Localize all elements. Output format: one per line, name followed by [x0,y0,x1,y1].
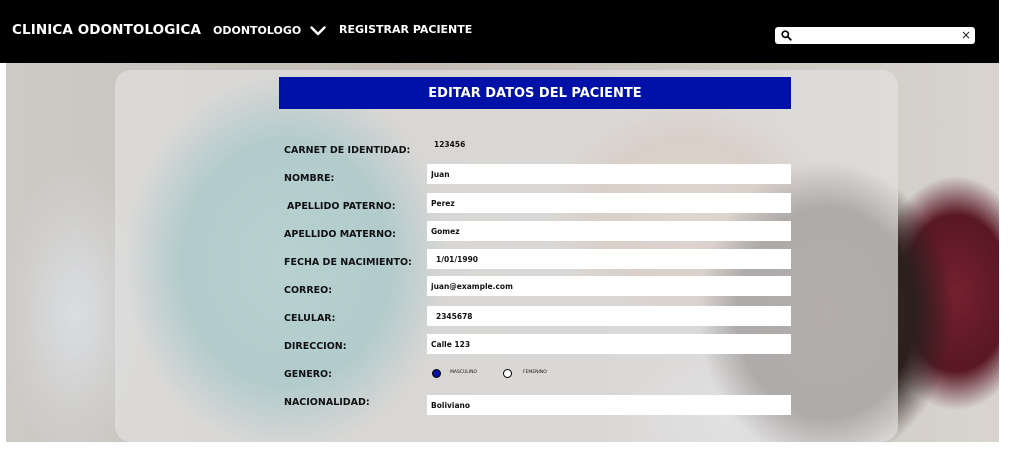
nav-odontologo-label: ODONTOLOGO [213,24,302,37]
genero-label: GENERO: [284,369,332,380]
form-title: EDITAR DATOS DEL PACIENTE [279,77,791,109]
celular-input[interactable] [427,306,791,326]
nombre-label: NOMBRE: [284,173,335,184]
fecha-nacimiento-input[interactable] [427,249,791,269]
apellido-paterno-input[interactable] [427,193,791,213]
carnet-value: 123456 [434,140,466,149]
nacionalidad-label: NACIONALIDAD: [284,397,370,408]
page-bottom-strip [0,442,1009,449]
search-box: × [775,27,975,44]
apellido-materno-label: APELLIDO MATERNO: [284,229,396,240]
fecha-nacimiento-label: FECHA DE NACIMIENTO: [284,257,412,268]
correo-label: CORREO: [284,285,333,296]
apellido-paterno-label: APELLIDO PATERNO: [287,201,396,212]
clear-search-icon[interactable]: × [961,28,971,43]
direccion-input[interactable] [427,334,791,354]
correo-input[interactable] [427,276,791,296]
apellido-materno-input[interactable] [427,221,791,241]
carnet-label: CARNET DE IDENTIDAD: [284,145,411,156]
nacionalidad-input[interactable] [427,395,791,415]
radio-femenino-label: FEMENINO [523,370,547,375]
top-navbar: CLINICA ODONTOLOGICA ODONTOLOGO REGISTRA… [0,0,999,63]
radio-masculino[interactable] [432,369,441,378]
brand-title[interactable]: CLINICA ODONTOLOGICA [12,22,201,38]
search-input[interactable] [795,28,955,43]
celular-label: CELULAR: [284,313,336,324]
nombre-input[interactable] [427,164,791,184]
search-icon [781,30,792,41]
nav-registrar-paciente[interactable]: REGISTRAR PACIENTE [339,23,472,36]
radio-masculino-label: MASCULINO [450,370,477,375]
radio-femenino[interactable] [503,369,512,378]
nav-odontologo-dropdown[interactable]: ODONTOLOGO [213,24,326,37]
chevron-down-icon [310,25,326,35]
direccion-label: DIRECCION: [284,341,347,352]
